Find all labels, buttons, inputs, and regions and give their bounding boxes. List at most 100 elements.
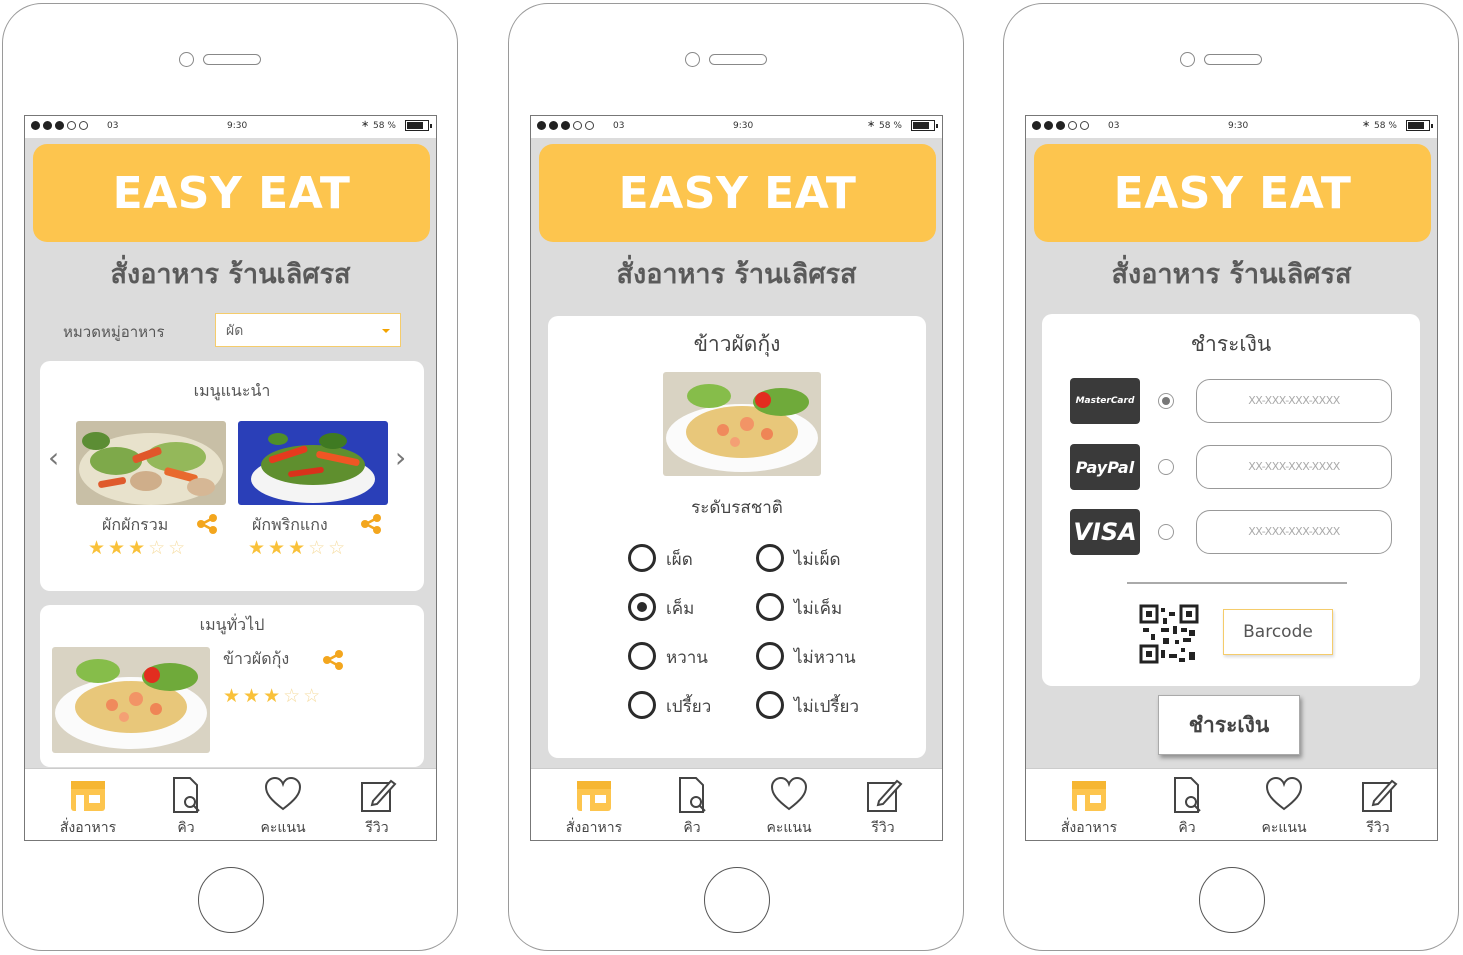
tab-review-label: รีวิว	[365, 820, 389, 836]
tab-score-label: คะแนน	[260, 820, 306, 836]
phone-frame-menu: 03 9:30 ∗ 58 % EASY EAT สั่งอาหาร ร้านเล…	[2, 3, 458, 951]
category-select[interactable]: ผัด	[215, 313, 401, 347]
radio-button-selected[interactable]	[628, 593, 656, 621]
tab-queue-label: คิว	[177, 820, 195, 836]
card-number-input[interactable]: XX-XXX-XXX-XXXX	[1196, 379, 1392, 423]
status-bar: 03 9:30 ∗ 58 %	[531, 116, 942, 138]
taste-level-label: ระดับรสชาติ	[691, 498, 783, 518]
home-button[interactable]	[1199, 867, 1265, 933]
rating-stars: ★★★☆☆	[88, 537, 189, 559]
tab-score[interactable]: คะแนน	[744, 775, 834, 839]
phone-speaker	[685, 51, 769, 71]
tab-order-label: สั่งอาหาร	[565, 820, 623, 836]
tab-queue[interactable]: คิว	[1142, 775, 1232, 839]
barcode-button[interactable]: Barcode	[1223, 609, 1333, 655]
carrier-label: 03	[1108, 121, 1120, 131]
carrier-label: 03	[107, 121, 119, 131]
payment-method-visa: VISA XX-XXX-XXX-XXXX	[1070, 509, 1400, 555]
phone-speaker	[179, 51, 263, 71]
qr-code-icon	[1139, 604, 1199, 664]
restaurant-title: สั่งอาหาร ร้านเลิศรส	[1111, 259, 1352, 290]
radio-button[interactable]	[756, 691, 784, 719]
radio-button[interactable]	[628, 544, 656, 572]
rating-stars: ★★★☆☆	[223, 685, 324, 707]
general-menu-title: เมนูทั่วไป	[199, 615, 265, 634]
screen-taste: 03 9:30 ∗ 58 % EASY EAT สั่งอาหาร ร้านเล…	[530, 115, 943, 841]
radio-button[interactable]	[628, 691, 656, 719]
battery-percent: 58 %	[373, 121, 396, 131]
tab-review-label: รีวิว	[1366, 820, 1390, 836]
heart-icon	[770, 776, 808, 811]
next-arrow-icon[interactable]: ›	[395, 441, 406, 474]
tab-order[interactable]: สั่งอาหาร	[1044, 775, 1134, 839]
heart-icon	[1265, 776, 1303, 811]
phone-frame-taste: 03 9:30 ∗ 58 % EASY EAT สั่งอาหาร ร้านเล…	[508, 3, 964, 951]
radio-button[interactable]	[756, 544, 784, 572]
store-icon	[71, 781, 105, 811]
bottom-tab-bar: สั่งอาหาร คิว คะแนน รีวิว	[1026, 768, 1437, 840]
restaurant-title: สั่งอาหาร ร้านเลิศรส	[616, 259, 857, 290]
radio-button[interactable]	[756, 642, 784, 670]
dish-name-shrimp-fried-rice[interactable]: ข้าวผัดกุ้ง	[223, 647, 289, 672]
tab-order-label: สั่งอาหาร	[59, 820, 117, 836]
paypal-logo-icon: PayPal	[1070, 444, 1140, 490]
document-search-icon	[1174, 777, 1201, 813]
radio-button[interactable]	[1158, 459, 1174, 475]
status-bar: 03 9:30 ∗ 58 %	[1026, 116, 1437, 138]
battery-percent: 58 %	[1374, 121, 1397, 131]
screen-menu: 03 9:30 ∗ 58 % EASY EAT สั่งอาหาร ร้านเล…	[24, 115, 437, 841]
dish-name-mixed-veg[interactable]: ผักผักรวม	[102, 513, 168, 538]
recommended-card: เมนูแนะนำ ‹ › ผักผักรวม ★★★☆☆ ผักพริกแกง…	[40, 361, 424, 591]
dish-photo-shrimp-fried-rice	[663, 372, 821, 476]
app-banner: EASY EAT	[33, 144, 430, 242]
visa-logo-icon: VISA	[1070, 509, 1140, 555]
radio-button[interactable]	[756, 593, 784, 621]
tab-score[interactable]: คะแนน	[238, 775, 328, 839]
category-row: หมวดหมู่อาหาร ผัด	[63, 313, 403, 347]
app-banner: EASY EAT	[1034, 144, 1431, 242]
dish-photo-shrimp-fried-rice[interactable]	[52, 647, 210, 753]
carrier-label: 03	[613, 121, 625, 131]
dish-name-chili-stirfry[interactable]: ผักพริกแกง	[252, 513, 328, 538]
radio-button-selected[interactable]	[1158, 393, 1174, 409]
share-icon[interactable]	[360, 513, 382, 535]
dish-photo-mixed-veg[interactable]	[76, 421, 226, 505]
tab-score[interactable]: คะแนน	[1239, 775, 1329, 839]
bluetooth-icon: ∗	[1362, 119, 1371, 130]
pay-button[interactable]: ชำระเงิน	[1158, 695, 1300, 755]
tab-order[interactable]: สั่งอาหาร	[549, 775, 639, 839]
dish-title: ข้าวผัดกุ้ง	[693, 332, 781, 356]
share-icon[interactable]	[322, 649, 344, 671]
signal-icon	[537, 121, 594, 130]
tab-review[interactable]: รีวิว	[332, 775, 422, 839]
signal-icon	[1032, 121, 1089, 130]
share-icon[interactable]	[196, 513, 218, 535]
edit-icon	[1362, 779, 1398, 812]
general-menu-card: เมนูทั่วไป ข้าวผัดกุ้ง ★★★☆☆	[40, 605, 424, 767]
tab-queue[interactable]: คิว	[647, 775, 737, 839]
tab-queue[interactable]: คิว	[141, 775, 231, 839]
home-button[interactable]	[198, 867, 264, 933]
payment-method-mastercard: MasterCard XX-XXX-XXX-XXXX	[1070, 378, 1400, 424]
category-label: หมวดหมู่อาหาร	[63, 323, 165, 341]
tab-review[interactable]: รีวิว	[838, 775, 928, 839]
radio-button[interactable]	[628, 642, 656, 670]
battery-icon	[1406, 120, 1433, 131]
card-number-input[interactable]: XX-XXX-XXX-XXXX	[1196, 445, 1392, 489]
dish-photo-chili-stirfry[interactable]	[238, 421, 388, 505]
radio-button[interactable]	[1158, 524, 1174, 540]
restaurant-title: สั่งอาหาร ร้านเลิศรส	[110, 259, 351, 290]
card-number-input[interactable]: XX-XXX-XXX-XXXX	[1196, 510, 1392, 554]
tab-review[interactable]: รีวิว	[1333, 775, 1423, 839]
home-button[interactable]	[704, 867, 770, 933]
clock: 9:30	[227, 121, 248, 131]
edit-icon	[361, 779, 397, 812]
screen-payment: 03 9:30 ∗ 58 % EASY EAT สั่งอาหาร ร้านเล…	[1025, 115, 1438, 841]
divider	[1127, 582, 1347, 584]
recommended-title: เมนูแนะนำ	[193, 381, 271, 400]
payment-title: ชำระเงิน	[1190, 332, 1272, 356]
tab-order[interactable]: สั่งอาหาร	[43, 775, 133, 839]
prev-arrow-icon[interactable]: ‹	[48, 441, 59, 474]
dropdown-caret-icon	[382, 329, 390, 333]
bluetooth-icon: ∗	[867, 119, 876, 130]
